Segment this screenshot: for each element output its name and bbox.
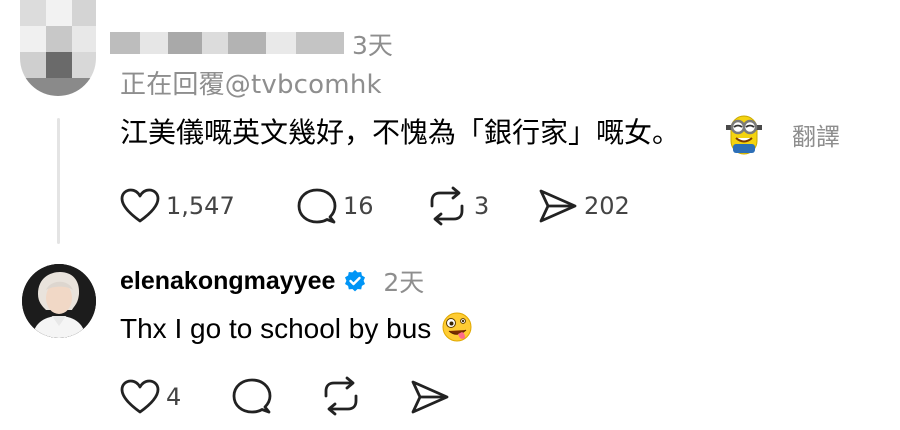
like-count: 1,547: [166, 192, 235, 220]
reply-text-row: Thx I go to school by bus: [120, 311, 473, 345]
share-button[interactable]: [410, 379, 450, 415]
like-count: 4: [166, 383, 182, 411]
post-text: Thx I go to school by bus: [120, 313, 432, 344]
share-count: 202: [584, 192, 630, 220]
heart-icon: [120, 188, 160, 223]
heart-icon: [120, 379, 160, 414]
post-time: 2天: [383, 268, 425, 297]
share-button[interactable]: 202: [538, 188, 630, 224]
zany-face-emoji-icon: [442, 312, 472, 342]
blurred-avatar[interactable]: [20, 0, 96, 96]
comment-button[interactable]: [232, 377, 272, 415]
comment-bubble-icon: [232, 378, 272, 414]
comment-count: 16: [343, 192, 374, 220]
verified-badge-icon: [345, 270, 366, 292]
like-button[interactable]: 4: [120, 379, 181, 415]
repost-icon: [324, 376, 358, 416]
repost-count: 3: [474, 192, 490, 220]
like-button[interactable]: 1,547: [120, 188, 235, 224]
send-icon: [539, 189, 577, 223]
translate-link[interactable]: 翻譯: [792, 117, 840, 152]
username[interactable]: elenakongmayyee: [120, 267, 335, 296]
blurred-username[interactable]: [110, 32, 344, 54]
send-icon: [411, 380, 449, 414]
repost-button[interactable]: 3: [426, 186, 489, 226]
repost-button[interactable]: [320, 376, 362, 416]
thread-line: [57, 118, 60, 244]
repost-icon: [430, 186, 464, 226]
comment-bubble-icon: [297, 188, 337, 224]
username-row: elenakongmayyee 2天: [120, 263, 424, 299]
comment-button[interactable]: 16: [297, 187, 374, 225]
post-time: 3天: [352, 31, 393, 60]
replying-to-label[interactable]: 正在回覆@tvbcomhk: [120, 64, 382, 101]
post-text: 江美儀嘅英文幾好，不愧為「銀行家」嘅女。: [120, 116, 681, 149]
avatar[interactable]: [22, 264, 96, 338]
minion-emoji-icon: [722, 112, 766, 156]
